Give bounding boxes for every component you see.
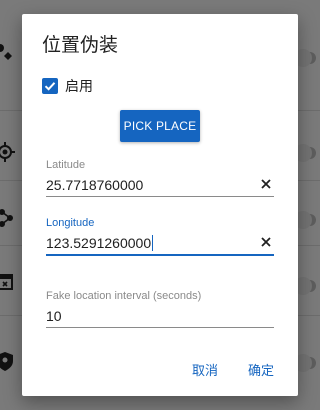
interval-field: Fake location interval (seconds) 10 [46, 290, 274, 330]
enable-label: 启用 [65, 79, 93, 95]
longitude-input-wrapper[interactable]: 123.5291260000 [46, 235, 256, 251]
longitude-label: Longitude [46, 217, 95, 229]
calendar-icon [0, 270, 16, 292]
latitude-field: Latitude 25.7718760000 [46, 159, 274, 199]
latitude-input[interactable]: 25.7718760000 [46, 177, 256, 193]
crosshair-icon [0, 141, 16, 163]
latitude-clear-icon[interactable] [258, 176, 274, 192]
enable-checkbox[interactable] [42, 78, 58, 94]
dialog-actions: 取消 确定 [192, 360, 274, 379]
share-nodes-icon [0, 207, 16, 229]
location-spoof-dialog: 位置伪装 启用 PICK PLACE Latitude 25.771876000… [22, 14, 298, 396]
interval-underline [46, 327, 274, 328]
shield-icon [0, 350, 16, 372]
longitude-field: Longitude 123.5291260000 [46, 217, 274, 257]
interval-label: Fake location interval (seconds) [46, 290, 202, 302]
checkmark-icon [44, 82, 56, 91]
wrench-icon [0, 42, 16, 64]
cancel-button[interactable]: 取消 [192, 360, 218, 379]
latitude-underline [46, 196, 274, 197]
enable-checkbox-row[interactable]: 启用 [42, 76, 93, 96]
dialog-title: 位置伪装 [42, 34, 119, 56]
longitude-input[interactable]: 123.5291260000 [46, 235, 151, 251]
longitude-clear-icon[interactable] [258, 234, 274, 250]
longitude-underline [46, 254, 274, 256]
latitude-label: Latitude [46, 159, 86, 171]
interval-input[interactable]: 10 [46, 308, 256, 324]
confirm-button[interactable]: 确定 [248, 360, 274, 379]
pick-place-button[interactable]: PICK PLACE [120, 110, 200, 142]
text-caret [152, 235, 154, 251]
